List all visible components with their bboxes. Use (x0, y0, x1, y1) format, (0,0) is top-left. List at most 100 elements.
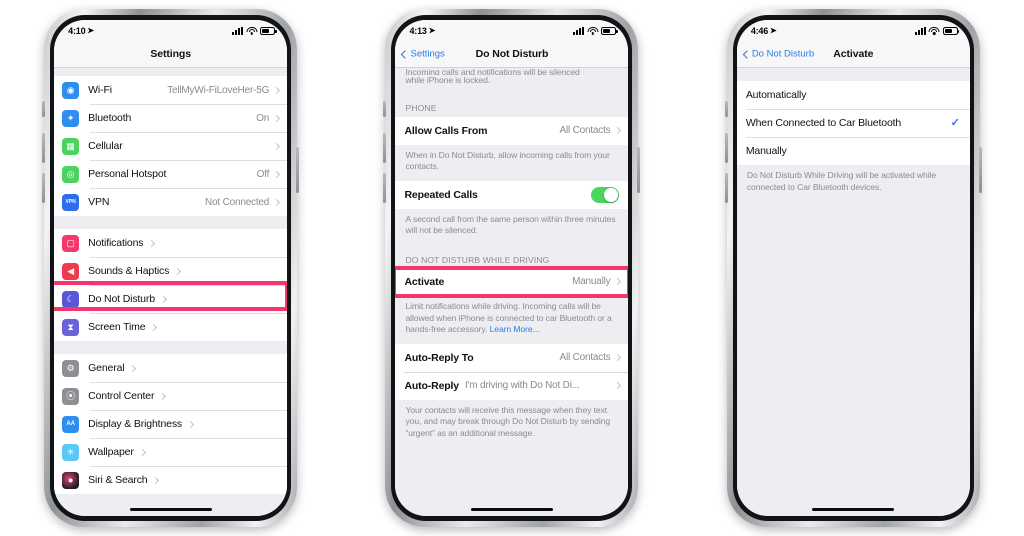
option-automatically[interactable]: Automatically (736, 81, 970, 109)
row-auto-reply[interactable]: Auto-Reply I'm driving with Do Not Di... (395, 371, 629, 400)
row-label: Personal Hotspot (88, 168, 167, 180)
settings-row-display-brightness[interactable]: AA Display & Brightness (54, 410, 288, 438)
settings-row-bluetooth[interactable]: ✦ Bluetooth On (54, 104, 288, 132)
settings-row-cellular[interactable]: ▦ Cellular (54, 132, 288, 160)
home-indicator[interactable] (812, 508, 895, 511)
status-indicators (232, 26, 277, 35)
page-title: Settings (150, 48, 191, 60)
settings-row-notifications[interactable]: ▢ Notifications (54, 229, 288, 257)
chevron-right-icon (186, 420, 195, 428)
battery-icon (260, 26, 277, 35)
chevron-right-icon (148, 239, 156, 247)
settings-row-personal-hotspot[interactable]: ◎ Personal Hotspot Off (54, 160, 288, 188)
status-time: 4:10 (68, 25, 86, 36)
repeated-calls-toggle[interactable] (591, 186, 620, 203)
chevron-right-icon (614, 354, 622, 362)
settings-row-screen-time[interactable]: ⧗ Screen Time (54, 313, 288, 341)
learn-more-link[interactable]: Learn More... (490, 324, 540, 334)
chevron-right-icon (159, 392, 167, 400)
footnote-activate-options: Do Not Disturb While Driving will be act… (736, 165, 970, 202)
settings-row-do-not-disturb[interactable]: ☾ Do Not Disturb (54, 285, 288, 313)
settings-list[interactable]: ◉ Wi-Fi TellMyWi-FiLoveHer-5G ✦ Bluetoot… (54, 68, 288, 516)
chevron-right-icon (273, 170, 281, 178)
row-value: I'm driving with Do Not Di... (464, 380, 580, 392)
status-time-group: 4:46 ➤ (751, 26, 777, 36)
settings-row-wallpaper[interactable]: ✳ Wallpaper (54, 438, 288, 466)
sounds-icon: ◀ (62, 262, 80, 280)
chevron-right-icon (273, 86, 281, 94)
silence-switch[interactable] (724, 101, 728, 117)
settings-row-wifi[interactable]: ◉ Wi-Fi TellMyWi-FiLoveHer-5G (54, 76, 288, 104)
screenshot-stage: 4:10 ➤ Settings ◉ Wi-Fi TellMyWi-FiLoveH… (0, 0, 1024, 536)
status-indicators (914, 26, 960, 35)
siri-icon: ● (62, 471, 80, 489)
chevron-right-icon (159, 295, 167, 303)
group-activate-options: Automatically When Connected to Car Blue… (736, 81, 970, 165)
phone-3: 4:46 ➤ Do Not Disturb Activate Automatic… (724, 9, 982, 527)
list-spacer (54, 341, 288, 354)
row-allow-calls-from[interactable]: Allow Calls From All Contacts (395, 116, 629, 145)
silence-switch[interactable] (42, 101, 46, 117)
settings-row-sounds-haptics[interactable]: ◀ Sounds & Haptics (54, 257, 288, 285)
chevron-right-icon (273, 114, 281, 122)
row-value: All Contacts (559, 352, 611, 364)
back-button-label: Settings (410, 48, 445, 60)
power-button[interactable] (296, 147, 300, 193)
home-indicator[interactable] (129, 508, 212, 511)
phone-3-nav-bar: Do Not Disturb Activate (736, 41, 970, 68)
row-label: Auto-Reply To (404, 351, 474, 364)
status-time: 4:46 (750, 25, 769, 36)
option-manually[interactable]: Manually (736, 137, 970, 165)
settings-row-control-center[interactable]: ⦿ Control Center (54, 382, 288, 410)
row-label: Do Not Disturb (88, 293, 155, 305)
power-button[interactable] (978, 147, 982, 193)
row-label: Siri & Search (88, 474, 148, 486)
volume-down-button[interactable] (383, 173, 387, 203)
chevron-right-icon (273, 198, 281, 206)
volume-down-button[interactable] (42, 173, 46, 203)
row-label: Bluetooth (88, 112, 132, 124)
gear-icon: ⚙ (62, 359, 80, 377)
option-when-connected-to-car-bluetooth[interactable]: When Connected to Car Bluetooth ✓ (736, 109, 970, 137)
row-label: Allow Calls From (404, 124, 488, 137)
list-spacer (54, 216, 288, 229)
volume-up-button[interactable] (42, 133, 46, 163)
footnote-allow-calls: When in Do Not Disturb, allow incoming c… (395, 144, 629, 181)
settings-group-connectivity: ◉ Wi-Fi TellMyWi-FiLoveHer-5G ✦ Bluetoot… (54, 76, 288, 216)
settings-row-vpn[interactable]: VPN VPN Not Connected (54, 188, 288, 216)
volume-up-button[interactable] (724, 133, 728, 163)
settings-row-siri-search[interactable]: ● Siri & Search (54, 466, 288, 494)
sliders-icon: ⦿ (62, 387, 80, 405)
phone-2: 4:13 ➤ Settings Do Not Disturb Incoming … (383, 9, 641, 527)
do-not-disturb-list[interactable]: Incoming calls and notifications will be… (395, 68, 629, 516)
row-label: Control Center (88, 390, 155, 402)
hourglass-icon: ⧗ (62, 318, 80, 336)
volume-up-button[interactable] (383, 133, 387, 163)
location-arrow-icon: ➤ (428, 26, 436, 35)
footnote-activate: Limit notifications while driving. Incom… (395, 295, 629, 344)
footnote-auto-reply: Your contacts will receive this message … (395, 399, 629, 448)
silence-switch[interactable] (383, 101, 387, 117)
page-title: Do Not Disturb (475, 48, 549, 60)
power-button[interactable] (637, 147, 641, 193)
back-button-do-not-disturb[interactable]: Do Not Disturb (742, 49, 814, 60)
settings-row-general[interactable]: ⚙ General (54, 354, 288, 382)
phone-3-screen: 4:46 ➤ Do Not Disturb Activate Automatic… (736, 20, 970, 516)
row-label: Display & Brightness (88, 418, 183, 430)
back-button-settings[interactable]: Settings (401, 48, 445, 60)
chevron-right-icon (614, 382, 622, 390)
moon-icon: ☾ (62, 290, 80, 308)
phone-3-status-bar: 4:46 ➤ (736, 20, 970, 41)
home-indicator[interactable] (470, 508, 553, 511)
activate-options-list[interactable]: Automatically When Connected to Car Blue… (736, 68, 970, 516)
row-repeated-calls[interactable]: Repeated Calls (395, 180, 629, 209)
vpn-icon: VPN (62, 193, 80, 211)
row-auto-reply-to[interactable]: Auto-Reply To All Contacts (395, 343, 629, 372)
chevron-right-icon (129, 364, 137, 372)
wifi-status-icon (928, 26, 940, 35)
volume-down-button[interactable] (724, 173, 728, 203)
status-time: 4:13 (409, 25, 427, 36)
row-activate[interactable]: Activate Manually (395, 267, 629, 296)
row-value: Manually (572, 276, 611, 288)
brightness-icon: AA (62, 415, 80, 433)
